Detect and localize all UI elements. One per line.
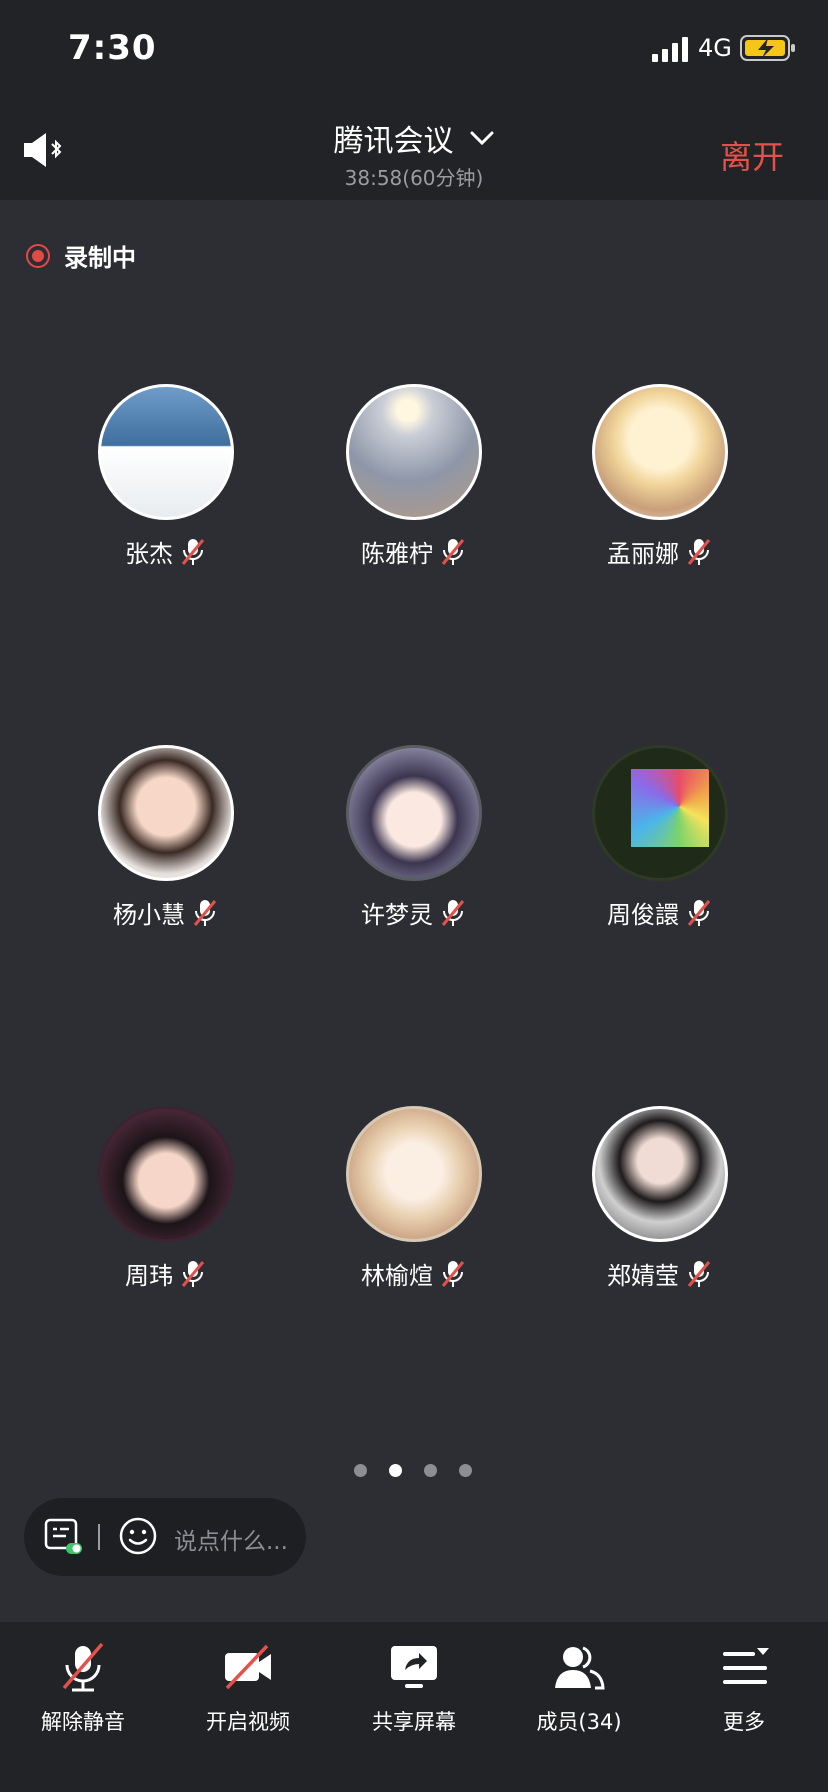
participant-tile[interactable]: 林榆煊	[294, 1106, 534, 1291]
participant-name: 陈雅柠	[361, 540, 433, 568]
share-screen-button[interactable]: 共享屏幕	[339, 1640, 489, 1736]
meeting-title-dropdown[interactable]: 腾讯会议	[0, 116, 828, 160]
avatar	[592, 1106, 728, 1242]
bottom-toolbar: 解除静音 开启视频 共享屏幕 成员(34) 更多	[0, 1622, 828, 1792]
participant-name: 郑婧莹	[607, 1262, 679, 1290]
participant-tile[interactable]: 周俊譞	[540, 745, 780, 930]
signal-icon	[652, 37, 688, 62]
participant-tile[interactable]: 孟丽娜	[540, 384, 780, 569]
participant-tile[interactable]: 许梦灵	[294, 745, 534, 930]
mic-muted-icon	[181, 538, 205, 565]
video-off-icon	[225, 1644, 271, 1690]
unmute-label: 解除静音	[41, 1710, 125, 1734]
divider	[98, 1524, 100, 1550]
avatar	[346, 1106, 482, 1242]
participant-tile[interactable]: 杨小慧	[46, 745, 286, 930]
record-icon	[26, 243, 50, 268]
mic-muted-icon	[687, 538, 711, 565]
participant-name: 周玮	[125, 1262, 173, 1290]
mic-muted-icon	[441, 1260, 465, 1287]
network-type: 4G	[698, 34, 732, 62]
avatar	[592, 384, 728, 520]
members-label: 成员(34)	[536, 1710, 622, 1734]
participant-tile[interactable]: 周玮	[46, 1106, 286, 1291]
participant-tile[interactable]: 陈雅柠	[294, 384, 534, 569]
chevron-down-icon	[470, 131, 494, 146]
mic-muted-icon	[687, 899, 711, 926]
meeting-header: 腾讯会议 38:58(60分钟) 离开	[0, 100, 828, 200]
chat-placeholder[interactable]: 说点什么...	[174, 1522, 288, 1556]
page-indicator[interactable]	[354, 1464, 472, 1477]
members-icon	[555, 1646, 605, 1690]
participant-tile[interactable]: 张杰	[46, 384, 286, 569]
participant-name: 周俊譞	[607, 901, 679, 929]
chat-input-bar[interactable]: 说点什么...	[24, 1498, 306, 1576]
participant-name: 杨小慧	[113, 901, 185, 929]
page-dot[interactable]	[459, 1464, 472, 1477]
participant-name: 许梦灵	[361, 901, 433, 929]
mic-muted-icon	[441, 899, 465, 926]
meeting-title: 腾讯会议	[333, 124, 454, 159]
battery-charging-icon	[740, 35, 795, 61]
start-video-button[interactable]: 开启视频	[173, 1640, 323, 1736]
mic-muted-icon	[687, 1260, 711, 1287]
avatar	[346, 745, 482, 881]
caption-icon[interactable]	[44, 1518, 84, 1556]
avatar	[98, 1106, 234, 1242]
more-label: 更多	[723, 1710, 765, 1734]
more-button[interactable]: 更多	[669, 1640, 819, 1736]
unmute-button[interactable]: 解除静音	[8, 1640, 158, 1736]
leave-button[interactable]: 离开	[720, 132, 784, 178]
share-screen-label: 共享屏幕	[372, 1710, 456, 1734]
mic-off-icon	[62, 1642, 104, 1692]
start-video-label: 开启视频	[206, 1710, 290, 1734]
share-screen-icon	[391, 1646, 437, 1688]
page-dot-active[interactable]	[389, 1464, 402, 1477]
participant-tile[interactable]: 郑婧莹	[540, 1106, 780, 1291]
mic-muted-icon	[181, 1260, 205, 1287]
recording-indicator[interactable]: 录制中	[26, 238, 136, 273]
mic-muted-icon	[193, 899, 217, 926]
page-dot[interactable]	[424, 1464, 437, 1477]
page-dot[interactable]	[354, 1464, 367, 1477]
participant-name: 张杰	[125, 540, 173, 568]
participant-name: 孟丽娜	[607, 540, 679, 568]
mic-muted-icon	[441, 538, 465, 565]
avatar	[346, 384, 482, 520]
meeting-timer: 38:58(60分钟)	[344, 166, 484, 190]
status-bar: 7:30 4G	[0, 0, 828, 100]
emoji-icon[interactable]	[118, 1516, 158, 1556]
participant-name: 林榆煊	[361, 1262, 433, 1290]
clock: 7:30	[68, 28, 157, 68]
menu-icon	[723, 1648, 769, 1684]
avatar	[98, 745, 234, 881]
members-button[interactable]: 成员(34)	[504, 1640, 654, 1736]
avatar	[98, 384, 234, 520]
avatar	[592, 745, 728, 881]
recording-label: 录制中	[64, 244, 136, 272]
